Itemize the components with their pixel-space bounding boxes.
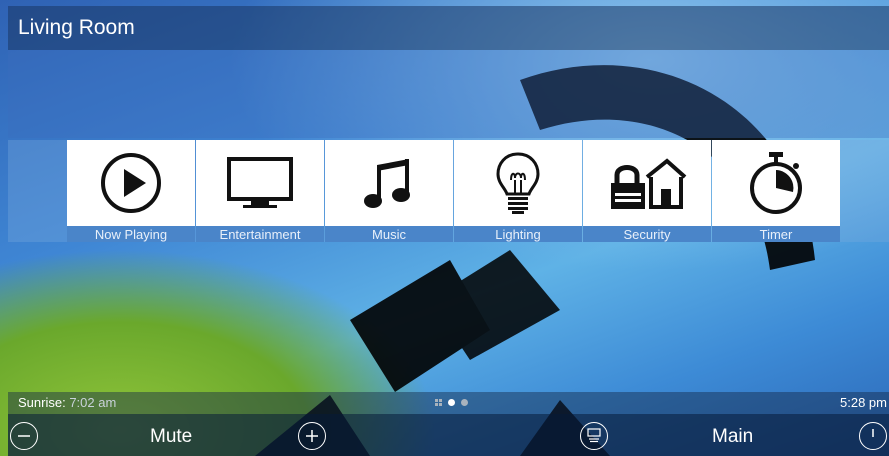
tile-security[interactable]: Security: [583, 140, 711, 242]
play-icon: [101, 153, 161, 213]
power-icon: [872, 429, 874, 437]
bottom-bar: Mute Main: [8, 414, 889, 456]
tile-label: Timer: [759, 227, 793, 242]
tile-now-playing[interactable]: Now Playing: [67, 140, 195, 242]
power-button[interactable]: [859, 422, 887, 450]
tile-face: [583, 140, 711, 226]
page-indicator: [435, 399, 468, 406]
tile-face: [67, 140, 195, 226]
volume-up-button[interactable]: [298, 422, 326, 450]
tv-icon: [227, 157, 293, 208]
tile-face: [712, 140, 840, 226]
menu-button[interactable]: [580, 422, 608, 450]
tile-label: Entertainment: [219, 227, 301, 242]
stopwatch-icon: [750, 152, 802, 214]
clock: 5:28 pm: [840, 395, 887, 410]
tile-label: Security: [623, 227, 671, 242]
tile-face: [454, 140, 582, 226]
main-button[interactable]: Main: [712, 426, 753, 448]
sunrise-time: 7:02 am: [69, 395, 117, 410]
tile-face: [325, 140, 453, 226]
music-note-icon: [364, 159, 410, 208]
sunrise-label: Sunrise:: [18, 395, 66, 410]
lock-house-icon: [611, 158, 687, 209]
title-bar: Living Room: [8, 6, 889, 50]
page-dot-active[interactable]: [448, 399, 455, 406]
status-bar: Sunrise: 7:02 am 5:28 pm: [8, 392, 889, 414]
menu-icon: [587, 428, 601, 443]
tile-label: Music: [372, 227, 406, 242]
page-dot[interactable]: [461, 399, 468, 406]
mute-button[interactable]: Mute: [150, 426, 192, 448]
sunrise-info: Sunrise: 7:02 am: [18, 395, 116, 410]
tile-lighting[interactable]: Lighting: [454, 140, 582, 242]
plus-icon: [306, 430, 318, 442]
page-title: Living Room: [18, 16, 135, 39]
tile-timer[interactable]: Timer: [712, 140, 840, 242]
grid-view-icon[interactable]: [435, 399, 442, 406]
tile-music[interactable]: Music: [325, 140, 453, 242]
tile-face: [196, 140, 324, 226]
minus-icon: [18, 435, 30, 437]
top-band: [8, 50, 889, 138]
volume-down-button[interactable]: [10, 422, 38, 450]
light-bulb-icon: [496, 152, 540, 214]
tile-entertainment[interactable]: Entertainment: [196, 140, 324, 242]
tile-label: Now Playing: [94, 227, 168, 242]
tile-label: Lighting: [495, 227, 541, 242]
